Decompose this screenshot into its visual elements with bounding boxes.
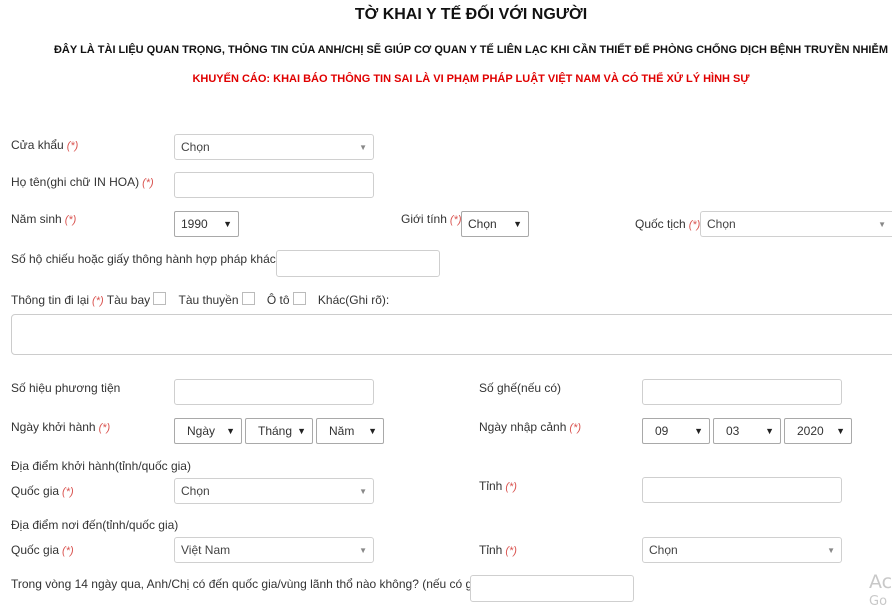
chevron-down-icon: ▼ <box>765 426 774 436</box>
departure-place-section-label: Địa điểm khởi hành(tỉnh/quốc gia) <box>11 459 191 473</box>
chevron-down-icon: ▼ <box>359 486 367 496</box>
chevron-down-icon: ▼ <box>878 219 886 229</box>
legal-warning: KHUYẾN CÁO: KHAI BÁO THÔNG TIN SAI LÀ VI… <box>192 73 750 85</box>
chevron-down-icon: ▼ <box>223 219 232 229</box>
car-checkbox[interactable] <box>292 292 306 305</box>
nationality-label: Quốc tịch (*) <box>635 217 701 231</box>
full-name-label: Họ tên(ghi chữ IN HOA) (*) <box>11 175 154 189</box>
full-name-input[interactable] <box>174 172 374 198</box>
chevron-down-icon: ▼ <box>297 426 306 436</box>
destination-province-select[interactable]: Chọn ▼ <box>642 537 842 563</box>
destination-country-select[interactable]: Việt Nam ▼ <box>174 537 374 563</box>
vehicle-number-label: Số hiệu phương tiện <box>11 381 121 395</box>
gender-select[interactable]: Chọn ▼ <box>461 211 529 237</box>
chevron-down-icon: ▼ <box>226 426 235 436</box>
border-gate-label: Cửa khẩu (*) <box>11 138 79 152</box>
travel-info-row: Thông tin đi lại (*) Tàu bay Tàu thuyền Ô… <box>11 292 390 307</box>
entry-day-select[interactable]: 09 ▼ <box>642 418 710 444</box>
departure-date-label: Ngày khởi hành (*) <box>11 420 111 434</box>
destination-country-label: Quốc gia (*) <box>11 543 74 557</box>
seat-number-input[interactable] <box>642 379 842 405</box>
departure-month-select[interactable]: Tháng ▼ <box>245 418 313 444</box>
form-title: TỜ KHAI Y TẾ ĐỐI VỚI NGƯỜI <box>354 6 588 23</box>
gender-label: Giới tính (*) <box>401 212 462 226</box>
entry-date-label: Ngày nhập cảnh (*) <box>479 420 582 434</box>
activate-windows-watermark-line2: Go <box>869 594 888 609</box>
chevron-down-icon: ▼ <box>694 426 703 436</box>
plane-checkbox[interactable] <box>153 292 167 305</box>
activate-windows-watermark: Ac <box>869 571 892 593</box>
passport-input[interactable] <box>276 250 440 277</box>
chevron-down-icon: ▼ <box>359 545 367 555</box>
seat-number-label: Số ghế(nếu có) <box>479 381 562 395</box>
border-gate-select[interactable]: Chọn ▼ <box>174 134 374 160</box>
chevron-down-icon: ▼ <box>827 545 835 555</box>
departure-country-select[interactable]: Chọn ▼ <box>174 478 374 504</box>
chevron-down-icon: ▼ <box>359 142 367 152</box>
travel-other-textarea[interactable] <box>11 314 892 355</box>
entry-year-select[interactable]: 2020 ▼ <box>784 418 852 444</box>
chevron-down-icon: ▼ <box>836 426 845 436</box>
chevron-down-icon: ▼ <box>513 219 522 229</box>
past-14-days-input[interactable] <box>470 575 634 602</box>
ship-checkbox[interactable] <box>241 292 255 305</box>
departure-day-select[interactable]: Ngày ▼ <box>174 418 242 444</box>
departure-country-label: Quốc gia (*) <box>11 484 74 498</box>
nationality-select[interactable]: Chọn ▼ <box>700 211 892 237</box>
chevron-down-icon: ▼ <box>368 426 377 436</box>
past-14-days-label: Trong vòng 14 ngày qua, Anh/Chị có đến q… <box>11 577 500 591</box>
vehicle-number-input[interactable] <box>174 379 374 405</box>
destination-province-label: Tỉnh (*) <box>479 543 517 557</box>
birth-year-select[interactable]: 1990 ▼ <box>174 211 239 237</box>
departure-year-select[interactable]: Năm ▼ <box>316 418 384 444</box>
departure-province-input[interactable] <box>642 477 842 503</box>
required-mark: (*) <box>66 140 79 152</box>
birth-year-label: Năm sinh (*) <box>11 212 77 226</box>
departure-province-label: Tỉnh (*) <box>479 479 517 493</box>
passport-label: Số hộ chiếu hoặc giấy thông hành hợp phá… <box>11 252 290 266</box>
entry-month-select[interactable]: 03 ▼ <box>713 418 781 444</box>
destination-section-label: Địa điểm nơi đến(tỉnh/quốc gia) <box>11 518 179 532</box>
form-subtitle: ĐÂY LÀ TÀI LIỆU QUAN TRỌNG, THÔNG TIN CỦ… <box>53 44 888 56</box>
